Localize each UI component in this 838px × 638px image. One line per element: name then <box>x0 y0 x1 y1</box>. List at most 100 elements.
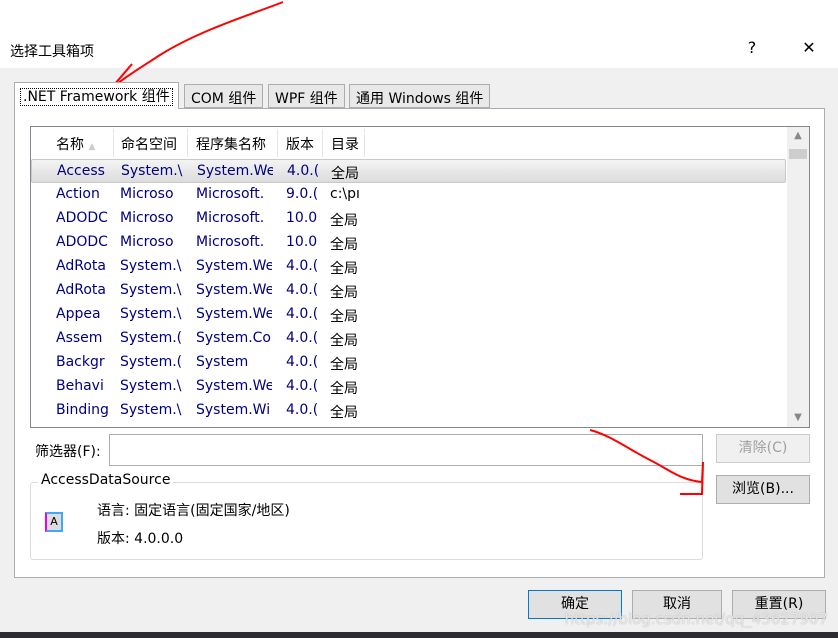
cell-namespace: Microso <box>120 234 174 250</box>
column-header-directory[interactable]: 目录 <box>323 129 365 157</box>
cell-name: Action <box>56 186 100 202</box>
browse-button[interactable]: 浏览(B)... <box>716 475 810 504</box>
cell-name: Access <box>57 163 105 179</box>
tab-com[interactable]: COM 组件 <box>184 84 264 108</box>
cell-directory: c:\pı <box>330 186 360 202</box>
table-row[interactable]: AdRota System.\ System.We 4.0.( 全局 <box>31 255 786 279</box>
cell-version: 4.0.( <box>286 354 318 370</box>
cell-name: Backgr <box>56 354 105 370</box>
filter-input[interactable] <box>109 434 703 466</box>
version-line: 版本: 4.0.0.0 <box>97 528 183 548</box>
cell-assembly: System <box>196 354 249 370</box>
dialog-title: 选择工具箱项 <box>10 44 94 60</box>
table-row[interactable]: ADODC Microso Microsoft. 10.0 全局 <box>31 231 786 255</box>
cell-version: 4.0.( <box>286 378 318 394</box>
cell-name: ADODC <box>56 234 108 250</box>
taskbar-strip <box>0 632 838 638</box>
cell-name: AdRota <box>56 258 106 274</box>
details-component-name: AccessDataSource <box>38 472 174 488</box>
cell-name: AdRota <box>56 282 106 298</box>
cell-namespace: System.( <box>120 330 182 346</box>
column-header-version[interactable]: 版本 <box>278 129 323 157</box>
table-row[interactable]: Binding System.\ System.Wi 4.0.( 全局 <box>31 399 786 423</box>
cell-namespace: System.\ <box>120 378 182 394</box>
cell-assembly: System.We <box>196 258 272 274</box>
scroll-thumb[interactable] <box>789 149 807 159</box>
cell-directory: 全局 <box>330 381 358 397</box>
cell-directory: 全局 <box>330 309 358 325</box>
scroll-up-icon[interactable]: ▲ <box>787 127 809 145</box>
cell-assembly: Microsoft. <box>196 234 265 250</box>
clear-button[interactable]: 清除(C) <box>716 434 810 463</box>
scroll-down-icon[interactable]: ▼ <box>787 409 809 427</box>
table-row[interactable]: ADODC Microso Microsoft. 10.0 全局 <box>31 207 786 231</box>
language-line: 语言: 固定语言(固定国家/地区) <box>97 500 290 520</box>
table-row[interactable]: Access System.\ System.We 4.0.(全局 <box>31 159 786 183</box>
cell-name: Binding <box>56 402 108 418</box>
cell-assembly: System.We <box>197 163 273 179</box>
cell-version: 9.0.( <box>286 186 318 202</box>
language-value: 固定语言(固定国家/地区) <box>134 503 290 519</box>
cell-assembly: System.We <box>196 306 272 322</box>
cell-name: Appea <box>56 306 101 322</box>
cell-directory: 全局 <box>330 357 358 373</box>
cell-assembly: Microsoft. <box>196 210 265 226</box>
watermark: https://blog.csdn.net/qq_43627907 <box>564 610 828 628</box>
column-header-name[interactable]: 名称 ▲ <box>48 129 114 157</box>
cell-namespace: System.\ <box>120 306 182 322</box>
cell-namespace: System.\ <box>120 282 182 298</box>
header-label: 名称 <box>56 137 84 153</box>
cell-assembly: System.Co <box>196 330 271 346</box>
table-row[interactable]: Behavi System.\ System.We 4.0.(全局 <box>31 375 786 399</box>
cell-version: 4.0.( <box>286 402 318 418</box>
version-label: 版本: <box>97 531 130 547</box>
column-header-namespace[interactable]: 命名空间 <box>113 129 188 157</box>
version-value: 4.0.0.0 <box>134 531 184 547</box>
cell-name: Behavi <box>56 378 104 394</box>
title-bar: 选择工具箱项 ? ✕ <box>0 0 838 68</box>
details-group <box>30 482 703 560</box>
cell-directory: 全局 <box>330 261 358 277</box>
cell-version: 10.0 <box>286 210 318 226</box>
cell-name: ADODC <box>56 210 108 226</box>
table-row[interactable]: AdRota System.\ System.We 4.0.( 全局 <box>31 279 786 303</box>
cell-directory: 全局 <box>330 213 358 229</box>
tab-net-framework[interactable]: .NET Framework 组件 <box>14 82 179 109</box>
cell-assembly: System.Wi <box>196 402 271 418</box>
cell-assembly: Microsoft. <box>196 186 265 202</box>
tab-universal-windows[interactable]: 通用 Windows 组件 <box>349 84 491 108</box>
components-list[interactable]: 名称 ▲ 命名空间 程序集名称 版本 目录 Access System.\ Syst… <box>30 126 810 428</box>
cell-version: 10.0 <box>286 234 318 250</box>
cell-directory: 全局 <box>330 405 358 421</box>
cell-version: 4.0.( <box>287 163 319 179</box>
cell-directory: 全局 <box>330 333 358 349</box>
filter-label: 筛选器(F): <box>35 444 101 460</box>
cell-assembly: System.We <box>196 282 272 298</box>
cell-namespace: Microso <box>120 210 174 226</box>
cell-namespace: Microso <box>120 186 174 202</box>
close-button[interactable]: ✕ <box>794 38 824 57</box>
table-row[interactable]: Appea System.\ System.We 4.0.( 全局 <box>31 303 786 327</box>
language-label: 语言: <box>97 503 130 519</box>
cell-version: 4.0.( <box>286 282 318 298</box>
table-row[interactable]: Action Microso Microsoft. 9.0.( c:\pı <box>31 183 786 207</box>
cell-directory: 全局 <box>330 285 358 301</box>
cell-version: 4.0.( <box>286 330 318 346</box>
vertical-scrollbar[interactable]: ▲ ▼ <box>787 127 809 427</box>
cell-namespace: System.\ <box>120 258 182 274</box>
column-header-assembly[interactable]: 程序集名称 <box>188 129 278 157</box>
cell-version: 4.0.( <box>286 306 318 322</box>
help-button[interactable]: ? <box>737 38 767 57</box>
table-row[interactable]: Assem System.( System.Co 4.0.( 全局 <box>31 327 786 351</box>
cell-version: 4.0.( <box>286 258 318 274</box>
sort-ascending-icon: ▲ <box>88 142 96 152</box>
component-icon: A <box>45 512 63 532</box>
cell-directory: 全局 <box>331 166 359 182</box>
cell-namespace: System.( <box>120 354 182 370</box>
cell-name: Assem <box>56 330 103 346</box>
table-row[interactable]: Backgr System.( System 4.0.( 全局 <box>31 351 786 375</box>
tab-wpf[interactable]: WPF 组件 <box>268 84 345 108</box>
cell-directory: 全局 <box>330 237 358 253</box>
tab-label: .NET Framework 组件 <box>20 88 173 106</box>
cell-namespace: System.\ <box>120 402 182 418</box>
